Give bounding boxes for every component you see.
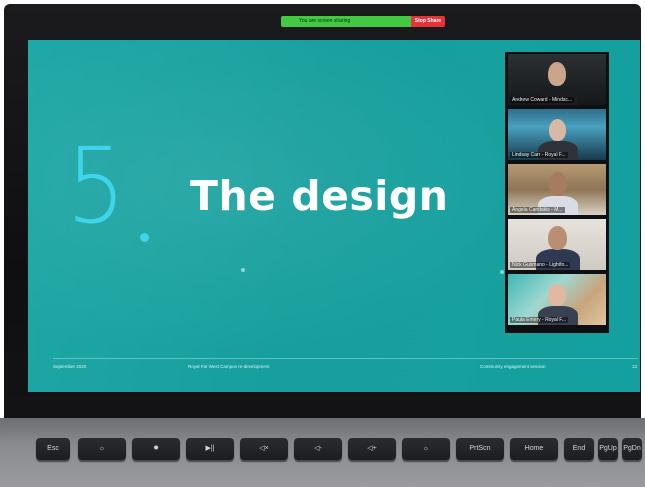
participant-tile[interactable]: Paula Emery - Royal F... (508, 274, 606, 325)
key-brightness-down[interactable]: ☼ (78, 438, 126, 460)
section-number-dot (140, 233, 149, 242)
key-end[interactable]: End (564, 438, 594, 460)
key-esc[interactable]: Esc (36, 438, 70, 460)
photo-of-laptop: You are screen sharing Stop Share 5 The … (0, 0, 645, 487)
participant-face (549, 172, 567, 196)
key-volume-up[interactable]: ◁+ (348, 438, 396, 460)
participant-face (549, 119, 566, 141)
slide-footer-divider (53, 358, 638, 359)
key-prtscn[interactable]: PrtScn (456, 438, 504, 460)
participant-face (548, 62, 566, 86)
participant-tile[interactable]: Angela Caridakis - M... (508, 164, 606, 215)
participant-name: Angela Caridakis - M... (510, 207, 565, 213)
section-number: 5 (66, 125, 126, 247)
participant-face (548, 226, 567, 250)
key-pgdn[interactable]: PgDn (622, 438, 642, 460)
key-brightness-up[interactable]: ✹ (132, 438, 180, 460)
key-pgup[interactable]: PgUp (598, 438, 618, 460)
footer-page-number: 13 (632, 364, 638, 369)
screen-sharing-indicator[interactable]: You are screen sharing (281, 16, 411, 27)
key-mute[interactable]: ◁× (240, 438, 288, 460)
participant-tile[interactable]: Lindsay Carr - Royal F... (508, 109, 606, 160)
function-key-row: Esc ☼ ✹ ▶|| ◁× ◁- ◁+ ☼ PrtScn Home End P… (8, 434, 643, 474)
participant-tile[interactable]: Nick Gusmano - Lightfo... (508, 219, 606, 270)
stop-share-button[interactable]: Stop Share (411, 16, 445, 27)
slide-title: The design (190, 172, 449, 220)
screen-share-bar: You are screen sharing Stop Share (281, 16, 445, 28)
footer-session: Community engagement session (480, 364, 546, 369)
participant-name: Nick Gusmano - Lightfo... (510, 262, 571, 268)
participant-tile[interactable]: Andrew Coward - Mindsc... (508, 54, 606, 105)
key-backlight[interactable]: ☼ (402, 438, 450, 460)
key-home[interactable]: Home (510, 438, 558, 460)
decorative-dot (241, 268, 245, 272)
participant-name: Andrew Coward - Mindsc... (510, 97, 575, 103)
participant-face (548, 284, 566, 306)
participant-video-panel: Andrew Coward - Mindsc... Lindsay Carr -… (505, 52, 609, 333)
decorative-dot (500, 270, 504, 274)
footer-project: Royal Far West Campus re-development (188, 364, 270, 369)
footer-date: September 2020 (53, 364, 87, 369)
participant-name: Lindsay Carr - Royal F... (510, 152, 568, 158)
key-play-pause[interactable]: ▶|| (186, 438, 234, 460)
participant-name: Paula Emery - Royal F... (510, 317, 568, 323)
key-volume-down[interactable]: ◁- (294, 438, 342, 460)
